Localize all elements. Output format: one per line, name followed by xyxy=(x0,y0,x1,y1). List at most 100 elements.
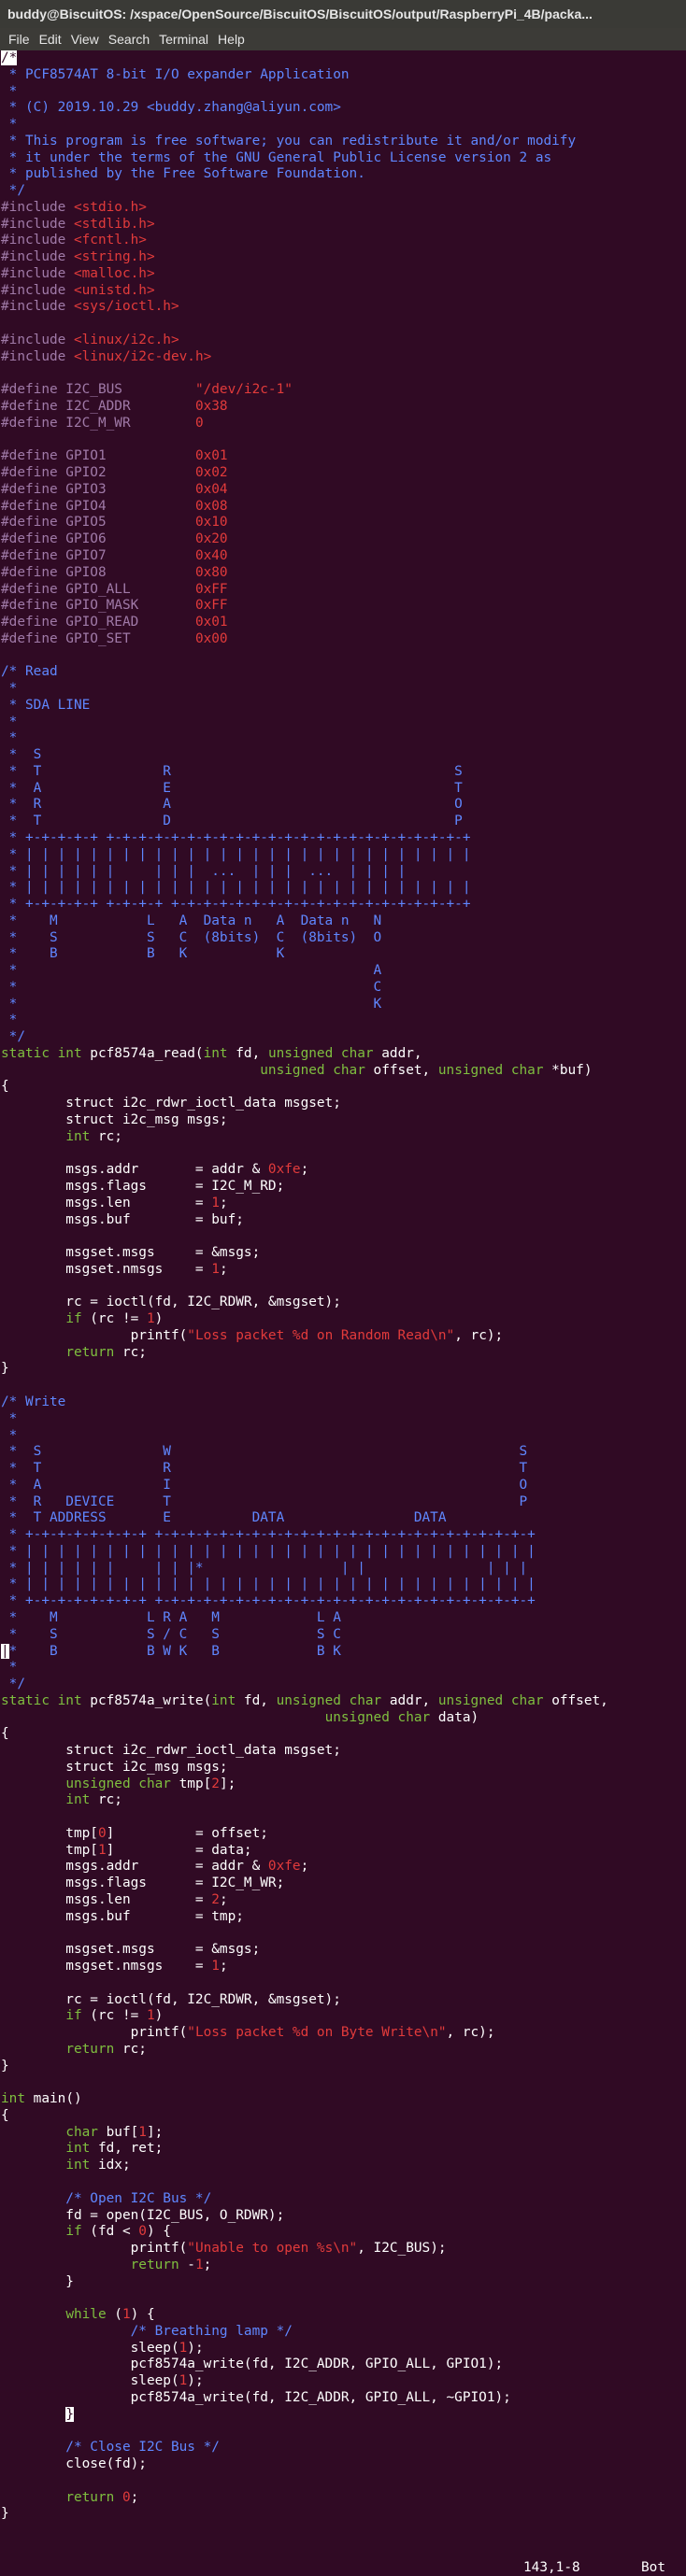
code-token: * xyxy=(1,1012,18,1028)
code-token: #include xyxy=(1,265,74,281)
code-token: #define I2C_M_WR xyxy=(1,415,195,431)
code-token: #define GPIO_SET xyxy=(1,630,195,646)
code-token: 0x10 xyxy=(194,515,228,531)
code-line: unsigned char data) xyxy=(0,1710,686,1727)
code-token: * B B W K B B K xyxy=(8,1643,341,1659)
menu-view[interactable]: View xyxy=(66,28,104,50)
code-line: rc = ioctl(fd, I2C_RDWR, &msgset); xyxy=(0,1295,686,1311)
code-token: rc; xyxy=(114,2041,147,2057)
code-line: * xyxy=(0,84,686,101)
menu-search[interactable]: Search xyxy=(104,28,154,50)
code-token: idx; xyxy=(90,2158,131,2173)
code-token: #define GPIO5 xyxy=(1,515,195,531)
menu-terminal[interactable]: Terminal xyxy=(154,28,213,50)
code-line: #include <stdlib.h> xyxy=(0,217,686,234)
code-line: struct i2c_msg msgs; xyxy=(0,1760,686,1776)
code-token: /* Close I2C Bus */ xyxy=(1,2440,220,2456)
code-token: unsigned char xyxy=(324,1709,431,1725)
code-token: if xyxy=(65,1311,82,1327)
code-token: ) xyxy=(154,1311,164,1327)
code-token: msgs.len = xyxy=(1,1195,212,1210)
code-token: unsigned char xyxy=(267,1045,374,1061)
code-line: return rc; xyxy=(0,2042,686,2059)
code-token: ] = offset; xyxy=(106,1825,268,1841)
code-line: return rc; xyxy=(0,1345,686,1362)
code-line: pcf8574a_write(fd, I2C_ADDR, GPIO_ALL, G… xyxy=(0,2357,686,2373)
code-line: unsigned char tmp[2]; xyxy=(0,1776,686,1793)
code-token: * it under the terms of the GNU General … xyxy=(1,149,552,165)
code-token: ) { xyxy=(146,2224,171,2240)
code-token: 1 xyxy=(211,1959,220,1974)
code-token: 1 xyxy=(97,1842,107,1858)
code-token: msgset.msgs = &msgs; xyxy=(1,1942,261,1958)
code-token: while xyxy=(65,2307,107,2323)
code-token: unsigned char xyxy=(437,1062,544,1078)
code-token: #define GPIO4 xyxy=(1,498,195,514)
code-token: * A E T xyxy=(1,780,463,796)
code-token: * A I O xyxy=(1,1477,528,1493)
code-token: * B B K K xyxy=(1,946,285,962)
code-line: static int pcf8574a_write(int fd, unsign… xyxy=(0,1693,686,1710)
code-line: return 0; xyxy=(0,2490,686,2507)
code-token: 0 xyxy=(121,2489,131,2505)
code-line: * R A O xyxy=(0,797,686,814)
code-token: * S S / C S S C xyxy=(1,1626,341,1642)
code-token: static int xyxy=(1,1692,82,1708)
code-line: /* Open I2C Bus */ xyxy=(0,2191,686,2208)
code-line: * xyxy=(0,117,686,134)
code-token: msgset.nmsgs = xyxy=(1,1261,212,1277)
code-token: } xyxy=(1,1361,9,1377)
code-token: 0x01 xyxy=(194,448,228,464)
code-line: sleep(1); xyxy=(0,2341,686,2357)
code-token: msgs.flags = I2C_M_WR; xyxy=(1,1875,285,1891)
code-token: addr, xyxy=(373,1045,422,1061)
code-token: "Loss packet %d on Random Read\n" xyxy=(187,1327,455,1343)
code-line: tmp[1] = data; xyxy=(0,1843,686,1860)
code-token: #include xyxy=(1,233,74,248)
code-line: struct i2c_msg msgs; xyxy=(0,1112,686,1129)
code-line: } xyxy=(0,2406,686,2424)
code-line: * xyxy=(0,1428,686,1445)
code-token: ; xyxy=(300,1859,309,1875)
code-token: msgset.msgs = &msgs; xyxy=(1,1245,261,1261)
menu-edit[interactable]: Edit xyxy=(35,28,66,50)
code-token: <stdlib.h> xyxy=(73,216,155,232)
code-token: offset, xyxy=(543,1692,608,1708)
terminal-editor[interactable]: /* * PCF8574AT 8-bit I/O expander Applic… xyxy=(0,50,686,2576)
code-line: * A I O xyxy=(0,1478,686,1494)
code-line: } xyxy=(0,1361,686,1378)
code-token: * +-+-+-+-+-+-+-+ +-+-+-+-+-+-+-+-+-+-+-… xyxy=(1,1527,536,1543)
code-token: #include xyxy=(1,249,74,265)
code-token: rc = ioctl(fd, I2C_RDWR, &msgset); xyxy=(1,1295,341,1310)
code-line: #define GPIO_SET 0x00 xyxy=(0,631,686,648)
code-line: int rc; xyxy=(0,1129,686,1146)
code-token: * xyxy=(1,1427,18,1443)
code-line: * xyxy=(0,681,686,698)
code-token: * | | | | | | | | | | | | | | | | | | | … xyxy=(1,1543,536,1559)
code-line: #define I2C_BUS "/dev/i2c-1" xyxy=(0,382,686,399)
code-line: * T R S xyxy=(0,764,686,781)
menu-file[interactable]: File xyxy=(4,28,35,50)
code-token: * R A O xyxy=(1,797,463,813)
code-token: unsigned char xyxy=(276,1692,382,1708)
code-token: * | | | | | | | | | | | | | | | | | | | … xyxy=(1,880,471,896)
code-token: return xyxy=(130,2257,179,2272)
code-token: * xyxy=(1,117,18,133)
cursor-position: 143,1-8 xyxy=(523,2560,580,2575)
code-token: * K xyxy=(1,996,382,1012)
code-token: * xyxy=(1,714,18,729)
code-token: printf( xyxy=(1,2241,188,2257)
menu-help[interactable]: Help xyxy=(213,28,250,50)
code-line: pcf8574a_write(fd, I2C_ADDR, GPIO_ALL, ~… xyxy=(0,2390,686,2407)
code-token: * T D P xyxy=(1,814,463,829)
code-token: msgs.flags = I2C_M_RD; xyxy=(1,1179,285,1195)
code-token: */ xyxy=(1,1677,25,1692)
code-line: #define GPIO1 0x01 xyxy=(0,448,686,465)
code-token: * M L A Data n A Data n N xyxy=(1,913,382,928)
code-line: if (rc != 1) xyxy=(0,2008,686,2025)
code-line: fd = open(I2C_BUS, O_RDWR); xyxy=(0,2208,686,2225)
code-line: * S W S xyxy=(0,1444,686,1461)
